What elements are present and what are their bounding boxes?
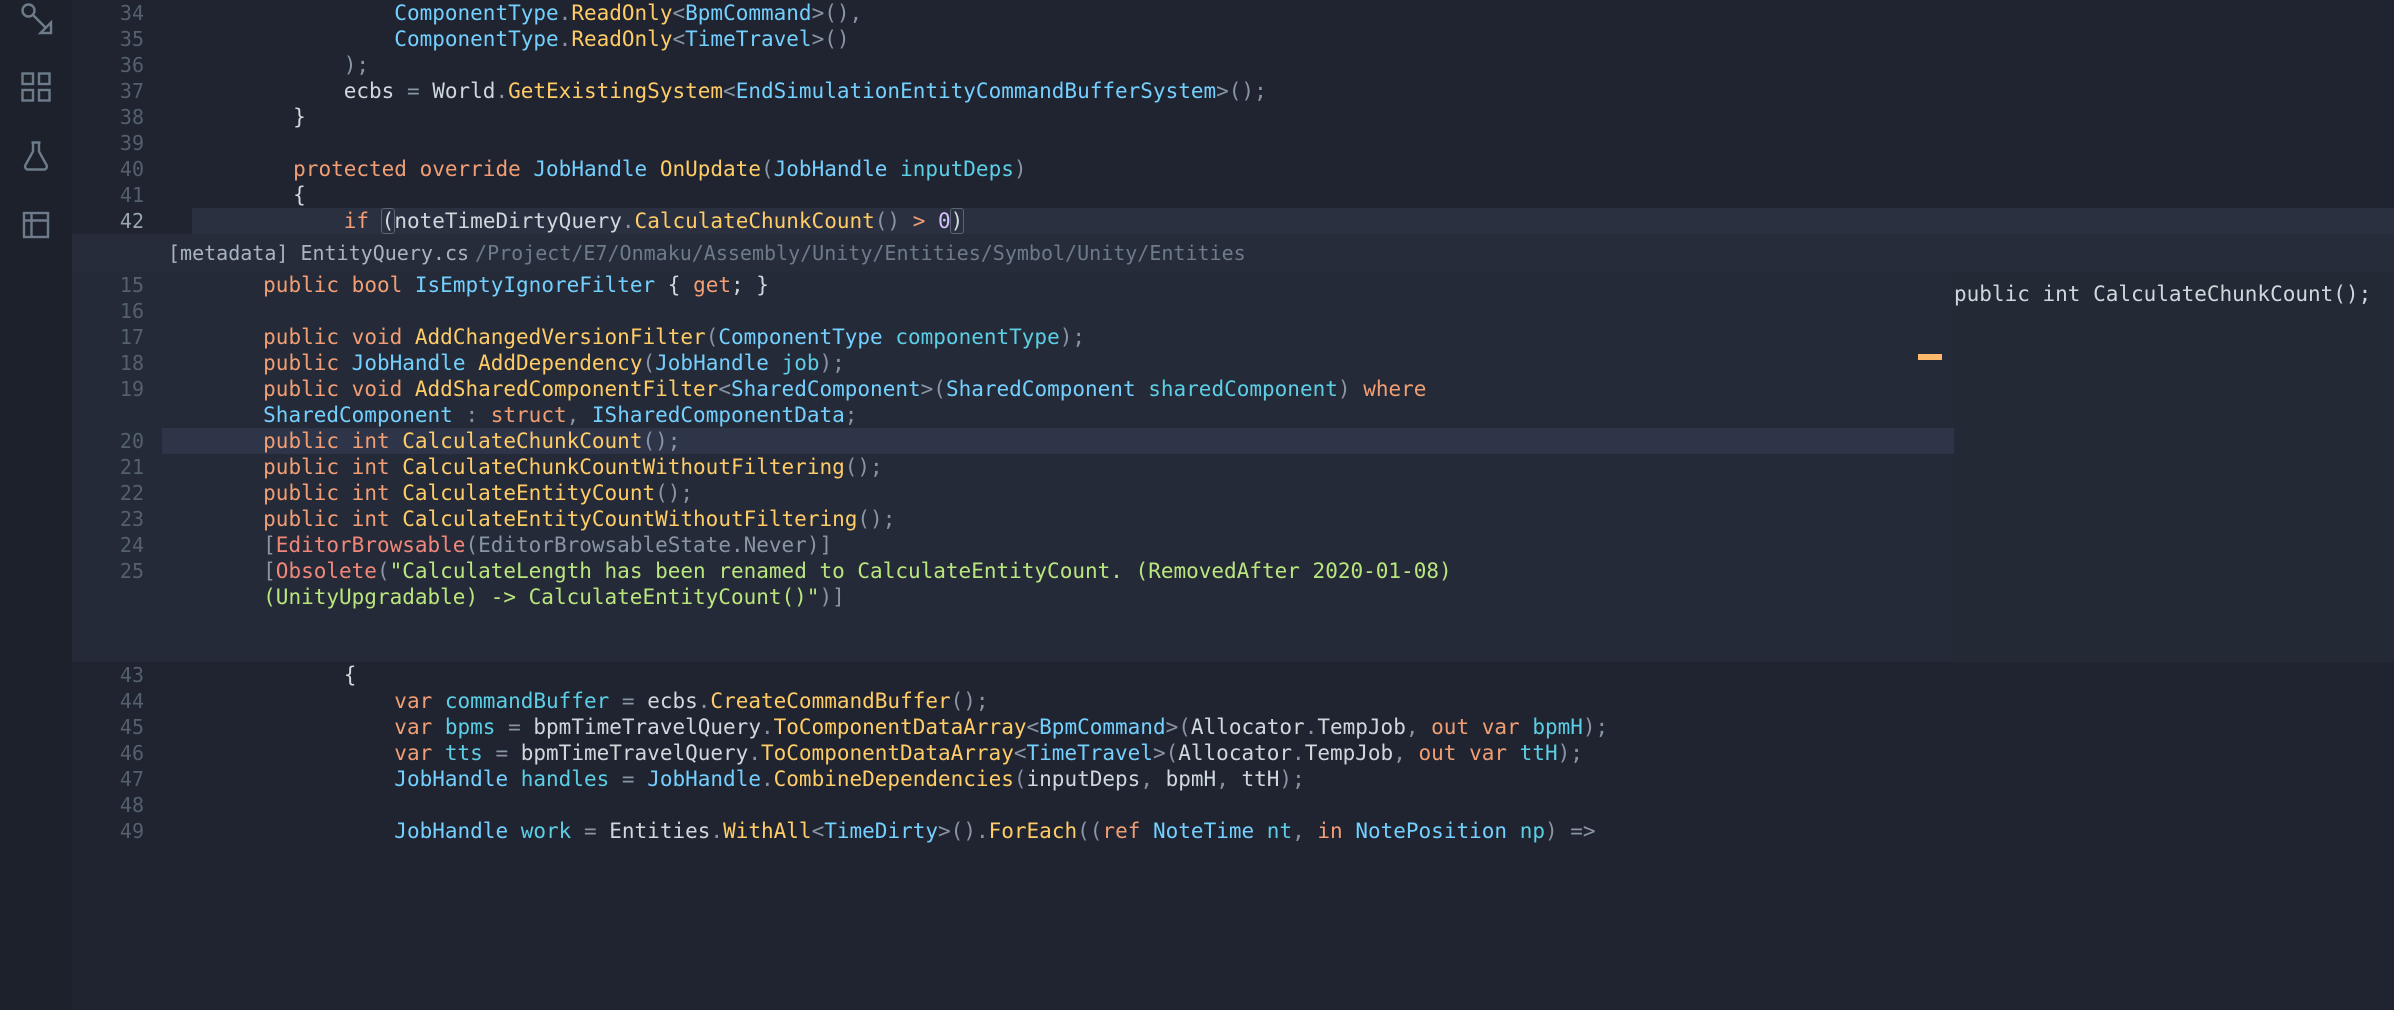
code-line[interactable]: public bool IsEmptyIgnoreFilter { get; } [162, 272, 1954, 298]
code-line[interactable]: ComponentType.ReadOnly<TimeTravel>() [192, 26, 2394, 52]
activity-bar [0, 0, 72, 1010]
code-line[interactable] [162, 610, 1954, 636]
code-area[interactable]: { var commandBuffer = ecbs.CreateCommand… [192, 662, 2394, 844]
code-line[interactable]: public int CalculateEntityCountWithoutFi… [162, 506, 1954, 532]
code-line[interactable]: public int CalculateChunkCountWithoutFil… [162, 454, 1954, 480]
code-line[interactable]: public void AddChangedVersionFilter(Comp… [162, 324, 1954, 350]
code-line[interactable] [162, 298, 1954, 324]
code-line[interactable]: public int CalculateChunkCount(); [162, 428, 1954, 454]
code-line[interactable]: [Obsolete("CalculateLength has been rena… [162, 558, 1954, 584]
peek-filepath: /Project/E7/Onmaku/Assembly/Unity/Entiti… [475, 241, 1246, 265]
references-icon[interactable] [18, 207, 54, 248]
top-editor[interactable]: 343536373839404142 ComponentType.ReadOnl… [72, 0, 2394, 234]
code-line[interactable]: [EditorBrowsable(EditorBrowsableState.Ne… [162, 532, 1954, 558]
code-line[interactable]: ecbs = World.GetExistingSystem<EndSimula… [192, 78, 2394, 104]
code-line[interactable]: { [192, 182, 2394, 208]
code-line[interactable]: JobHandle work = Entities.WithAll<TimeDi… [192, 818, 2394, 844]
code-line[interactable]: ComponentType.ReadOnly<BpmCommand>(), [192, 0, 2394, 26]
bottom-editor[interactable]: 43444546474849 { var commandBuffer = ecb… [72, 662, 2394, 844]
code-line[interactable]: } [192, 104, 2394, 130]
code-line[interactable]: var bpms = bpmTimeTravelQuery.ToComponen… [192, 714, 2394, 740]
reference-signature[interactable]: public int CalculateChunkCount(); [1954, 282, 2394, 306]
extensions-icon[interactable] [18, 69, 54, 110]
peek-references-panel[interactable]: public int CalculateChunkCount(); [1954, 272, 2394, 662]
gutter: 343536373839404142 [72, 0, 162, 234]
editor-group: 343536373839404142 ComponentType.ReadOnl… [72, 0, 2394, 1010]
beaker-icon[interactable] [18, 138, 54, 179]
code-line[interactable]: public int CalculateEntityCount(); [162, 480, 1954, 506]
peek-filename: [metadata] EntityQuery.cs [168, 241, 469, 265]
code-line[interactable]: { [192, 662, 2394, 688]
code-line[interactable]: (UnityUpgradable) -> CalculateEntityCoun… [162, 584, 1954, 610]
code-line[interactable]: protected override JobHandle OnUpdate(Jo… [192, 156, 2394, 182]
code-line[interactable]: JobHandle handles = JobHandle.CombineDep… [192, 766, 2394, 792]
peek-header[interactable]: [metadata] EntityQuery.cs /Project/E7/On… [72, 234, 2394, 272]
code-line[interactable]: var tts = bpmTimeTravelQuery.ToComponent… [192, 740, 2394, 766]
peek-code[interactable]: public bool IsEmptyIgnoreFilter { get; }… [162, 272, 1954, 662]
code-line[interactable] [192, 792, 2394, 818]
code-line[interactable]: public void AddSharedComponentFilter<Sha… [162, 376, 1954, 402]
peek-body: 1516171819202122232425 public bool IsEmp… [72, 272, 2394, 662]
debug-icon[interactable] [18, 0, 54, 41]
gutter: 43444546474849 [72, 662, 162, 844]
code-line[interactable]: public JobHandle AddDependency(JobHandle… [162, 350, 1954, 376]
code-line[interactable]: var commandBuffer = ecbs.CreateCommandBu… [192, 688, 2394, 714]
code-line[interactable] [192, 130, 2394, 156]
peek-gutter: 1516171819202122232425 [72, 272, 162, 662]
code-line[interactable]: if (noteTimeDirtyQuery.CalculateChunkCou… [192, 208, 2394, 234]
code-area[interactable]: ComponentType.ReadOnly<BpmCommand>(), Co… [192, 0, 2394, 234]
code-line[interactable]: ); [192, 52, 2394, 78]
code-line[interactable]: SharedComponent : struct, ISharedCompone… [162, 402, 1954, 428]
